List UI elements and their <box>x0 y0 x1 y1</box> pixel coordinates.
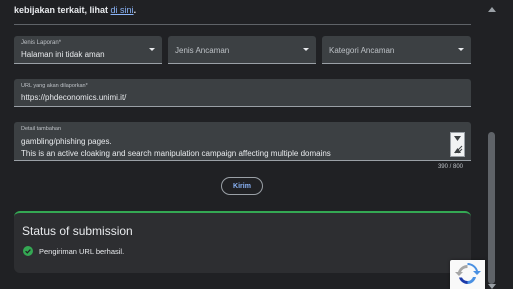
report-type-value: Halaman ini tidak aman <box>21 50 105 59</box>
chevron-down-icon <box>458 48 464 51</box>
resize-handle-icon[interactable] <box>450 132 465 157</box>
threat-type-placeholder: Jenis Ancaman <box>175 46 230 55</box>
policy-link[interactable]: di sini <box>111 5 134 15</box>
divider <box>14 24 471 25</box>
chevron-down-icon <box>303 48 309 51</box>
report-page: kebijakan terkait, lihat di sini. Jenis … <box>0 0 513 289</box>
scroll-up-icon[interactable] <box>488 7 496 12</box>
details-textarea[interactable]: Detail tambahan gambling/phishing pages.… <box>14 122 471 161</box>
threat-category-placeholder: Kategori Ancaman <box>329 46 395 55</box>
url-field-value[interactable]: https://phdeconomics.unimi.it/ <box>21 93 126 102</box>
details-label: Detail tambahan <box>21 126 62 132</box>
policy-text-prefix: kebijakan terkait, lihat <box>14 5 111 15</box>
url-field[interactable]: URL yang akan dilaporkan* https://phdeco… <box>14 79 471 107</box>
status-card: Status of submission Pengiriman URL berh… <box>14 211 471 273</box>
status-message: Pengiriman URL berhasil. <box>39 247 125 256</box>
status-title: Status of submission <box>22 224 133 238</box>
report-type-select[interactable]: Jenis Laporan* Halaman ini tidak aman <box>14 36 162 64</box>
submit-button[interactable]: Kirim <box>221 177 263 195</box>
details-line-1: gambling/phishing pages. <box>21 137 112 146</box>
chevron-down-icon <box>149 48 155 51</box>
policy-text: kebijakan terkait, lihat di sini. <box>14 5 136 15</box>
recaptcha-badge[interactable] <box>450 260 485 289</box>
scroll-down-icon[interactable] <box>488 284 496 289</box>
scrollbar[interactable] <box>485 0 498 289</box>
char-counter: 390 / 800 <box>437 164 463 170</box>
report-type-label: Jenis Laporan* <box>21 40 62 46</box>
threat-category-select[interactable]: Kategori Ancaman <box>322 36 471 64</box>
details-line-2: This is an active cloaking and search ma… <box>21 149 331 158</box>
check-circle-icon <box>23 246 33 256</box>
url-field-label: URL yang akan dilaporkan* <box>21 83 88 89</box>
policy-text-suffix: . <box>133 5 137 15</box>
scroll-thumb[interactable] <box>488 132 495 284</box>
recaptcha-icon <box>455 263 481 284</box>
threat-type-select[interactable]: Jenis Ancaman <box>168 36 316 64</box>
